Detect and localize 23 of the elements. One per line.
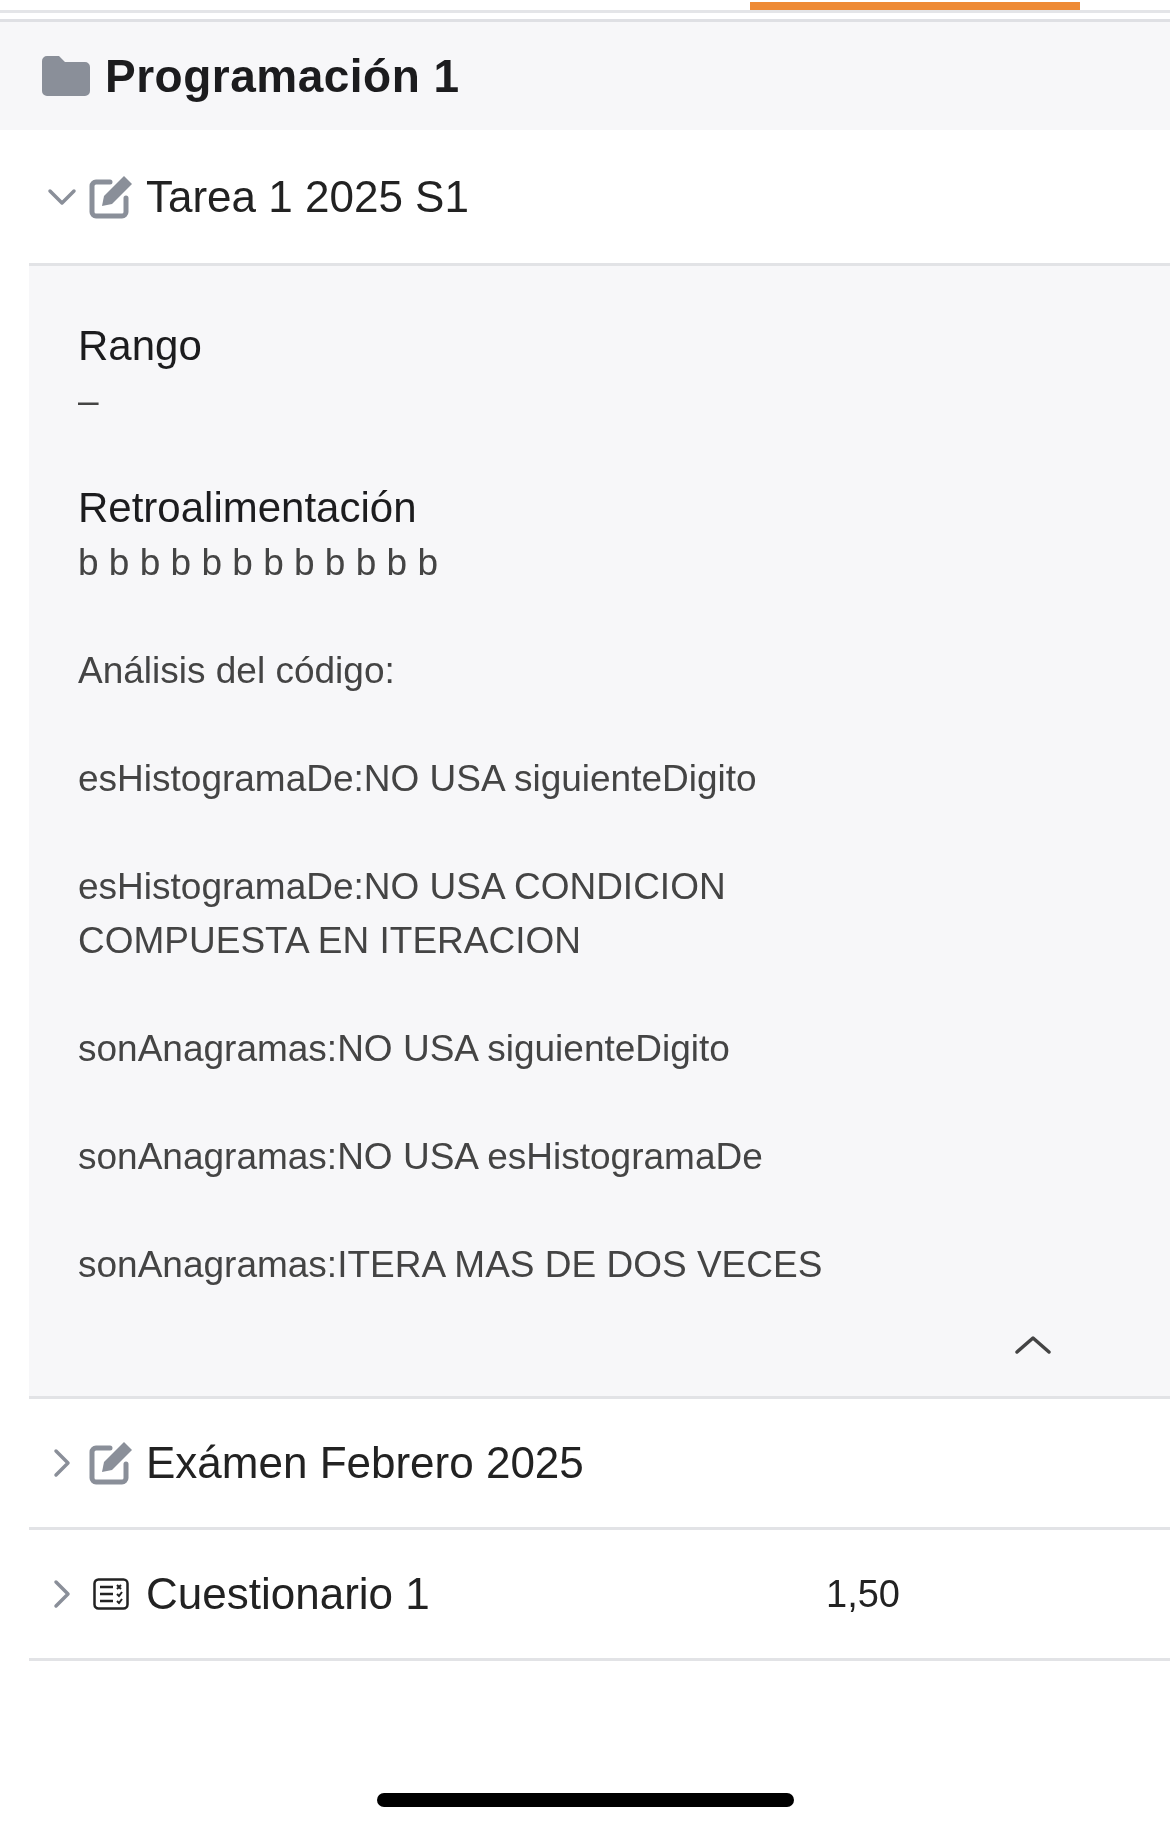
grade-item-row[interactable]: Tarea 1 2025 S1 [29, 130, 1170, 263]
detail-text: sonAnagramas:NO USA siguienteDigito [78, 1027, 731, 1071]
detail-text: esHistogramaDe:NO USA siguienteDigito [78, 757, 758, 801]
detail-text: esHistogramaDe:NO USA CONDICION COMPUESTA EN ITERACION [78, 865, 727, 963]
edit-icon [88, 1440, 134, 1486]
detail-label: Retroalimentación [78, 483, 418, 533]
detail-text: b b b b b b b b b b b b [78, 541, 439, 585]
grade-value: 1,50 [826, 1572, 900, 1616]
detail-text: – [78, 379, 100, 423]
grade-item-row[interactable]: Cuestionario 1 1,50 [29, 1530, 1170, 1658]
detail-text: sonAnagramas:NO USA esHistogramaDe [78, 1135, 764, 1179]
detail-label: Rango [78, 321, 203, 371]
quiz-icon [93, 1578, 129, 1610]
item-title: Cuestionario 1 [146, 1569, 430, 1619]
collapse-chevron-icon[interactable] [1014, 1334, 1052, 1356]
item-title: Tarea 1 2025 S1 [146, 171, 469, 222]
edit-icon [88, 173, 134, 220]
item-title: Exámen Febrero 2025 [146, 1438, 584, 1488]
detail-text: Análisis del código: [78, 649, 396, 693]
grade-item-row[interactable]: Exámen Febrero 2025 [29, 1399, 1170, 1527]
course-title: Programación 1 [105, 49, 460, 103]
detail-text: sonAnagramas:ITERA MAS DE DOS VECES [78, 1243, 824, 1287]
folder-icon [42, 56, 90, 96]
